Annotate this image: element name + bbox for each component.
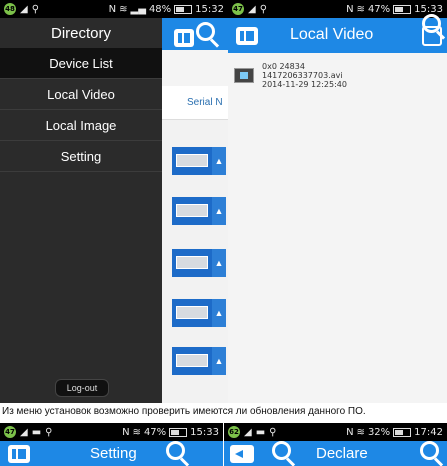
clock: 15:33 — [414, 3, 443, 15]
device-row[interactable]: ▲ — [172, 346, 228, 376]
signal-icon: ◢ — [248, 3, 256, 15]
clock: 17:42 — [414, 426, 443, 438]
left-screenshot: 48 ◢ ⚲ N ≋ ▂▄ 48% 15:32 Serial N ▲ ▲ ▲ ▲ ▲… — [0, 0, 228, 403]
image-icon: ▬ — [255, 426, 266, 438]
expand-arrow-icon[interactable]: ▲ — [212, 197, 226, 225]
status-bar: 48 ◢ ⚲ N ≋ ▂▄ 48% 15:32 — [0, 0, 228, 18]
dvr-device-icon — [172, 197, 212, 225]
wifi-icon: ≋ — [119, 3, 128, 15]
page-title: Setting — [90, 445, 137, 462]
device-row[interactable]: ▲ — [172, 196, 228, 226]
notification-badge: 62 — [228, 426, 240, 438]
battery-icon — [174, 4, 193, 14]
video-thumbnail-icon — [234, 67, 254, 83]
notification-badge: 47 — [4, 426, 16, 438]
right-screenshot: 47 ◢ ⚲ N ≋ 47% 15:33 Local Video 0x0 24834… — [228, 0, 447, 403]
drawer-item-device-list[interactable]: Device List — [0, 48, 162, 79]
device-row[interactable]: ▲ — [172, 298, 228, 328]
battery-icon — [393, 4, 412, 14]
video-filename: 1417206337703.avi — [262, 70, 343, 80]
logout-button[interactable]: Log-out — [55, 379, 109, 397]
status-bar: 47 ◢ ▬ ⚲ N ≋ 47% 15:33 — [0, 423, 223, 441]
page-title: Local Video — [290, 26, 374, 43]
menu-icon[interactable] — [236, 27, 258, 45]
battery-percent: 48% — [148, 3, 172, 15]
signal-icon: ◢ — [20, 3, 28, 15]
wifi-icon: ≋ — [356, 3, 365, 15]
battery-icon — [169, 427, 188, 437]
battery-percent: 32% — [367, 426, 391, 438]
dvr-device-icon — [172, 249, 212, 277]
nfc-icon: N — [346, 426, 354, 438]
menu-icon[interactable] — [174, 29, 194, 47]
drawer-title: Directory — [0, 18, 162, 48]
nfc-icon: N — [346, 3, 354, 15]
menu-icon[interactable] — [8, 445, 30, 463]
clock: 15:33 — [190, 426, 219, 438]
video-date: 2014-11-29 12:25:40 — [262, 79, 347, 89]
drawer-item-local-image[interactable]: Local Image — [0, 110, 162, 141]
image-icon: ▬ — [31, 426, 42, 438]
dvr-device-icon — [172, 299, 212, 327]
expand-arrow-icon[interactable]: ▲ — [212, 147, 226, 175]
dvr-device-icon — [172, 147, 212, 175]
search-icon[interactable] — [420, 441, 444, 466]
serial-number-column-header: Serial N — [162, 86, 228, 120]
signal-icon: ◢ — [20, 426, 28, 438]
back-arrow-icon[interactable] — [230, 445, 254, 463]
app-header: Local Video — [228, 18, 447, 53]
video-list-item[interactable]: 0x0 24834 1417206337703.avi 2014-11-29 1… — [228, 57, 447, 93]
wifi-icon: ≋ — [132, 426, 141, 438]
search-icon[interactable] — [166, 441, 190, 466]
drawer-item-setting[interactable]: Setting — [0, 141, 162, 172]
bottom-right-screenshot: 62 ◢ ▬ ⚲ N ≋ 32% 17:42 Declare — [224, 423, 447, 466]
dvr-device-icon — [172, 347, 212, 375]
search-icon[interactable] — [422, 14, 446, 40]
device-row[interactable]: ▲ — [172, 248, 228, 278]
notification-badge: 48 — [4, 3, 16, 15]
signal-icon: ◢ — [244, 426, 252, 438]
search-icon: ⚲ — [31, 3, 40, 15]
notification-badge: 47 — [232, 3, 244, 15]
wifi-icon: ≋ — [356, 426, 365, 438]
nfc-icon: N — [122, 426, 130, 438]
video-meta: 0x0 24834 1417206337703.avi 2014-11-29 1… — [262, 62, 347, 89]
page-title: Declare — [316, 445, 368, 462]
search-icon[interactable] — [196, 22, 220, 48]
search-icon[interactable] — [272, 441, 296, 466]
navigation-drawer: Directory Device List Local Video Local … — [0, 18, 162, 403]
expand-arrow-icon[interactable]: ▲ — [212, 347, 226, 375]
caption-text: Из меню установок возможно проверить име… — [2, 406, 366, 417]
expand-arrow-icon[interactable]: ▲ — [212, 249, 226, 277]
device-row[interactable]: ▲ — [172, 146, 228, 176]
status-bar: 47 ◢ ⚲ N ≋ 47% 15:33 — [228, 0, 447, 18]
expand-arrow-icon[interactable]: ▲ — [212, 299, 226, 327]
search-icon: ⚲ — [45, 426, 53, 438]
battery-percent: 47% — [367, 3, 391, 15]
video-resolution-size: 0x0 24834 — [262, 61, 305, 71]
drawer-item-local-video[interactable]: Local Video — [0, 79, 162, 110]
app-header: Declare — [224, 441, 447, 466]
search-icon: ⚲ — [259, 3, 268, 15]
battery-percent: 47% — [143, 426, 167, 438]
bottom-left-screenshot: 47 ◢ ▬ ⚲ N ≋ 47% 15:33 Setting — [0, 423, 223, 466]
signal-bars-icon: ▂▄ — [130, 3, 146, 15]
nfc-icon: N — [108, 3, 117, 15]
battery-icon — [393, 427, 412, 437]
clock: 15:32 — [195, 3, 224, 15]
search-icon: ⚲ — [269, 426, 277, 438]
status-bar: 62 ◢ ▬ ⚲ N ≋ 32% 17:42 — [224, 423, 447, 441]
